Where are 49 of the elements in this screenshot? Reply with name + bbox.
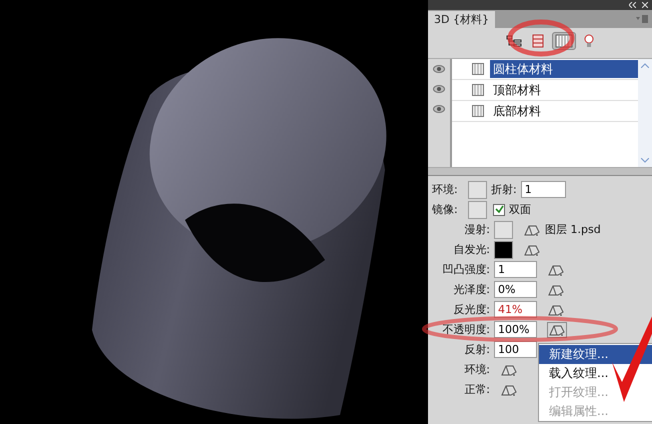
texture-folder-icon[interactable] [500, 362, 518, 376]
property-label: 光泽度: [452, 282, 490, 297]
texture-folder-icon[interactable] [500, 382, 518, 396]
property-label: 正常: [463, 382, 490, 397]
material-item[interactable]: 圆柱体材料 [490, 60, 638, 78]
input-field[interactable]: 1 [494, 261, 537, 278]
light-bulb-icon[interactable] [582, 33, 596, 49]
input-field[interactable]: 41% [494, 301, 537, 318]
texture-folder-icon[interactable] [547, 282, 565, 296]
checkbox[interactable] [493, 204, 505, 216]
property-label: 环境: [463, 362, 490, 377]
texture-folder-icon[interactable] [547, 302, 565, 316]
menu-item[interactable]: 新建纹理... [539, 345, 652, 364]
input-field[interactable]: 0% [494, 281, 537, 298]
close-icon[interactable] [642, 2, 648, 8]
property-label: 自发光: [452, 242, 490, 257]
color-swatch[interactable] [468, 200, 487, 218]
color-swatch[interactable] [468, 180, 487, 198]
material-item[interactable]: 底部材料 [490, 102, 638, 120]
checkbox-label: 双面 [509, 202, 531, 217]
texture-folder-icon[interactable] [523, 242, 541, 256]
texture-folder-icon[interactable] [547, 322, 567, 338]
mesh-icon[interactable] [530, 33, 546, 49]
property-label: 漫射: [463, 222, 490, 237]
material-icon [472, 63, 484, 75]
panel-divider-handle[interactable] [428, 168, 652, 176]
texture-name: 图层 1.psd [545, 222, 601, 237]
material-icon [472, 105, 484, 117]
texture-folder-icon[interactable] [523, 222, 541, 236]
property-label: 反光度: [452, 302, 490, 317]
panel-tab[interactable]: 3D {材料} [428, 11, 495, 28]
property-label: 镜像: [432, 202, 459, 217]
input-field[interactable]: 100% [494, 321, 537, 338]
annotation-circle [506, 19, 576, 57]
menu-item[interactable]: 载入纹理... [539, 364, 610, 383]
property-label: 凹凸强度: [441, 262, 490, 277]
input-field[interactable]: 100 [494, 341, 537, 358]
property-label: 环境: [432, 182, 459, 197]
property-label: 不透明度: [441, 322, 490, 337]
color-swatch[interactable] [494, 220, 513, 238]
property-label: 折射: [491, 182, 517, 197]
property-label: 反射: [463, 342, 490, 357]
scene-icon[interactable] [504, 33, 524, 49]
input-field[interactable]: 1 [520, 181, 566, 198]
color-swatch[interactable] [494, 240, 513, 258]
collapse-icon[interactable] [629, 2, 636, 8]
material-icon [472, 84, 484, 96]
material-item[interactable]: 顶部材料 [490, 81, 638, 99]
texture-folder-icon[interactable] [547, 262, 565, 276]
